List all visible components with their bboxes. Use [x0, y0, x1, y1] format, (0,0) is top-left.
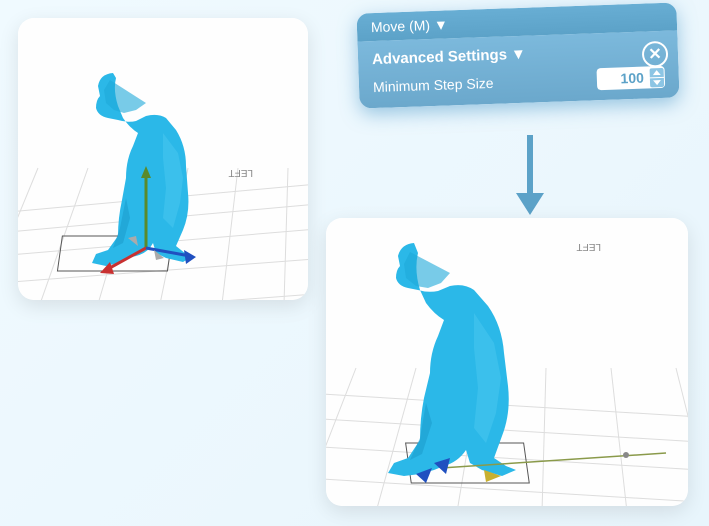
section-title[interactable]: Advanced Settings▼ — [372, 41, 664, 68]
step-up-icon[interactable] — [650, 67, 664, 76]
axis-label: LEFT — [229, 167, 253, 178]
step-down-icon[interactable] — [650, 77, 664, 86]
settings-panel: Move (M)▼ ✕ Advanced Settings▼ Minimum S… — [356, 2, 679, 108]
step-size-input[interactable] — [596, 66, 665, 90]
flow-arrow-icon — [500, 135, 560, 225]
axis-label: LEFT — [577, 241, 601, 252]
close-icon[interactable]: ✕ — [642, 41, 669, 68]
viewport-after[interactable]: LEFT — [326, 218, 688, 506]
chevron-down-icon: ▼ — [511, 46, 526, 64]
viewport-before[interactable]: LEFT — [18, 18, 308, 300]
chevron-down-icon: ▼ — [434, 16, 448, 32]
field-label: Minimum Step Size — [373, 75, 494, 95]
